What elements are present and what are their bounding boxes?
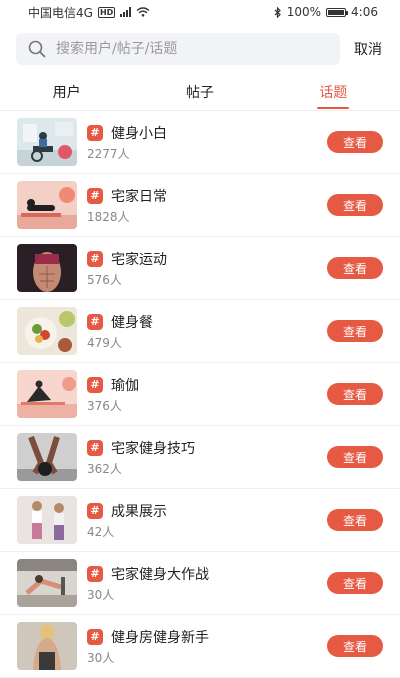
list-item[interactable]: # 健身房健身新手 30人 查看 (0, 615, 400, 678)
topic-member-count: 576人 (87, 272, 122, 287)
topic-info: # 瑜伽 376人 (87, 375, 327, 414)
hashtag-icon: # (87, 124, 103, 141)
list-item[interactable]: # 健身餐 479人 查看 (0, 300, 400, 363)
topic-title-row: # 瑜伽 (87, 375, 327, 395)
list-item[interactable]: # 成果展示 42人 查看 (0, 489, 400, 552)
hashtag-icon: # (87, 376, 103, 393)
topic-member-count: 1828人 (87, 209, 130, 224)
view-button[interactable]: 查看 (327, 635, 383, 657)
topic-title: 成果展示 (111, 503, 167, 520)
cancel-button[interactable]: 取消 (354, 39, 382, 59)
topic-title: 健身房健身新手 (111, 629, 209, 646)
view-button[interactable]: 查看 (327, 446, 383, 468)
topic-title: 宅家健身大作战 (111, 566, 209, 583)
topic-title-row: # 宅家健身大作战 (87, 564, 327, 584)
topic-member-count: 30人 (87, 587, 115, 602)
search-icon (28, 40, 46, 58)
hashtag-icon: # (87, 565, 103, 582)
bluetooth-icon (274, 6, 281, 18)
topic-title: 宅家日常 (111, 188, 167, 205)
clock: 4:06 (351, 5, 378, 19)
status-bar: 中国电信4G HD 100% 4:06 (0, 0, 400, 24)
tab-bar: 用户 帖子 话题 (0, 74, 400, 111)
topic-title-row: # 健身房健身新手 (87, 627, 327, 647)
list-item[interactable]: # 宅家健身技巧 362人 查看 (0, 426, 400, 489)
wifi-icon (136, 7, 150, 17)
hashtag-icon: # (87, 187, 103, 204)
topic-thumbnail (17, 622, 77, 670)
topic-thumbnail (17, 307, 77, 355)
topic-thumbnail (17, 559, 77, 607)
topic-title: 宅家运动 (111, 251, 167, 268)
topic-title-row: # 健身小白 (87, 123, 327, 143)
list-item[interactable]: # 健身小白 2277人 查看 (0, 111, 400, 174)
topic-member-count: 2277人 (87, 146, 130, 161)
list-item[interactable]: # 宅家健身大作战 30人 查看 (0, 552, 400, 615)
topic-thumbnail (17, 496, 77, 544)
topic-title-row: # 宅家运动 (87, 249, 327, 269)
view-button[interactable]: 查看 (327, 572, 383, 594)
topic-thumbnail (17, 118, 77, 166)
topic-info: # 宅家运动 576人 (87, 249, 327, 288)
topic-info: # 健身小白 2277人 (87, 123, 327, 162)
hashtag-icon: # (87, 439, 103, 456)
list-item[interactable]: # 宅家运动 576人 查看 (0, 237, 400, 300)
carrier-label: 中国电信4G (28, 5, 93, 20)
status-right: 100% 4:06 (274, 5, 378, 19)
tab-topics[interactable]: 话题 (267, 74, 400, 110)
topic-info: # 健身餐 479人 (87, 312, 327, 351)
search-row: 取消 (0, 28, 400, 70)
topic-list: # 健身小白 2277人 查看 # 宅家日常 1828人 查看 # 宅家运动 5… (0, 111, 400, 678)
list-item[interactable]: # 瑜伽 376人 查看 (0, 363, 400, 426)
topic-thumbnail (17, 244, 77, 292)
signal-icon (120, 7, 132, 17)
search-input[interactable] (54, 40, 318, 58)
search-box[interactable] (16, 33, 340, 65)
view-button[interactable]: 查看 (327, 509, 383, 531)
topic-title: 瑜伽 (111, 377, 139, 394)
topic-info: # 成果展示 42人 (87, 501, 327, 540)
tab-users[interactable]: 用户 (0, 74, 133, 110)
status-left: 中国电信4G HD (28, 4, 150, 21)
hashtag-icon: # (87, 313, 103, 330)
hashtag-icon: # (87, 502, 103, 519)
topic-title: 健身餐 (111, 314, 153, 331)
hd-badge: HD (97, 6, 116, 18)
topic-title-row: # 成果展示 (87, 501, 327, 521)
topic-info: # 宅家日常 1828人 (87, 186, 327, 225)
topic-title: 宅家健身技巧 (111, 440, 195, 457)
battery-percent: 100% (286, 5, 322, 19)
battery-icon (326, 7, 349, 17)
topic-member-count: 479人 (87, 335, 122, 350)
topic-thumbnail (17, 181, 77, 229)
view-button[interactable]: 查看 (327, 257, 383, 279)
hashtag-icon: # (87, 250, 103, 267)
topic-info: # 宅家健身技巧 362人 (87, 438, 327, 477)
topic-member-count: 30人 (87, 650, 115, 665)
view-button[interactable]: 查看 (327, 320, 383, 342)
tab-posts[interactable]: 帖子 (133, 74, 266, 110)
topic-title-row: # 宅家日常 (87, 186, 327, 206)
topic-member-count: 376人 (87, 398, 122, 413)
view-button[interactable]: 查看 (327, 194, 383, 216)
topic-member-count: 362人 (87, 461, 122, 476)
view-button[interactable]: 查看 (327, 131, 383, 153)
topic-thumbnail (17, 433, 77, 481)
topic-member-count: 42人 (87, 524, 115, 539)
topic-title-row: # 宅家健身技巧 (87, 438, 327, 458)
view-button[interactable]: 查看 (327, 383, 383, 405)
hashtag-icon: # (87, 628, 103, 645)
list-item[interactable]: # 宅家日常 1828人 查看 (0, 174, 400, 237)
topic-thumbnail (17, 370, 77, 418)
topic-info: # 宅家健身大作战 30人 (87, 564, 327, 603)
topic-title-row: # 健身餐 (87, 312, 327, 332)
topic-title: 健身小白 (111, 125, 167, 142)
